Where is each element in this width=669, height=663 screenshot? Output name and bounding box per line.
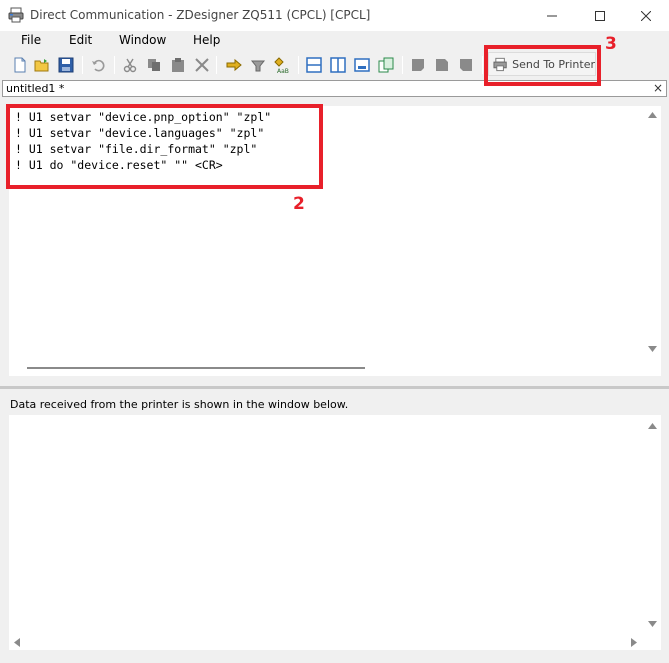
output-horizontal-scrollbar[interactable] xyxy=(9,633,661,650)
menu-edit[interactable]: Edit xyxy=(69,33,92,47)
scroll-down-icon xyxy=(648,621,657,627)
scroll-thumb[interactable] xyxy=(27,367,365,369)
split-horizontal-icon[interactable] xyxy=(304,55,324,75)
window-title: Direct Communication - ZDesigner ZQ511 (… xyxy=(30,8,371,22)
split-vertical-icon[interactable] xyxy=(328,55,348,75)
output-vertical-scrollbar[interactable] xyxy=(644,415,661,650)
close-icon xyxy=(641,10,651,21)
scroll-right-icon xyxy=(631,638,637,647)
label-icon-2[interactable] xyxy=(432,55,452,75)
editor-horizontal-scrollbar[interactable] xyxy=(9,359,644,376)
label-icon-1[interactable] xyxy=(408,55,428,75)
title-bar: Direct Communication - ZDesigner ZQ511 (… xyxy=(0,0,669,31)
minimize-icon xyxy=(547,15,557,16)
maximize-button[interactable] xyxy=(577,0,623,31)
single-view-icon[interactable] xyxy=(352,55,372,75)
close-window-button[interactable] xyxy=(623,0,669,31)
tile-icon[interactable] xyxy=(376,55,396,75)
minimize-button[interactable] xyxy=(529,0,575,31)
editor-vertical-scrollbar[interactable] xyxy=(644,106,661,359)
svg-text:AaB: AaB xyxy=(277,68,289,74)
scroll-down-icon xyxy=(648,346,657,352)
font-icon[interactable]: AaB xyxy=(272,55,292,75)
send-file-icon[interactable] xyxy=(224,55,244,75)
undo-icon[interactable] xyxy=(88,55,108,75)
printer-app-icon xyxy=(8,7,24,23)
annotation-number-2: 2 xyxy=(293,194,305,214)
annotation-number-3: 3 xyxy=(605,34,617,54)
commands-highlight-box xyxy=(6,104,323,189)
save-icon[interactable] xyxy=(56,55,76,75)
scroll-up-icon xyxy=(648,112,657,118)
output-description: Data received from the printer is shown … xyxy=(10,398,349,411)
new-file-icon[interactable] xyxy=(10,55,30,75)
scroll-left-icon xyxy=(14,638,20,647)
send-highlight-box xyxy=(484,45,601,86)
menu-file[interactable]: File xyxy=(21,33,41,47)
menu-help[interactable]: Help xyxy=(193,33,220,47)
paste-icon[interactable] xyxy=(168,55,188,75)
receive-icon[interactable] xyxy=(248,55,268,75)
tab-untitled1[interactable]: untitled1 * xyxy=(6,82,64,95)
tab-close-icon[interactable]: × xyxy=(653,81,663,95)
delete-icon[interactable] xyxy=(192,55,212,75)
cut-icon[interactable] xyxy=(120,55,140,75)
pane-splitter[interactable] xyxy=(0,386,669,389)
label-icon-3[interactable] xyxy=(456,55,476,75)
printer-output-pane[interactable] xyxy=(9,415,661,650)
open-folder-icon[interactable] xyxy=(32,55,52,75)
scroll-up-icon xyxy=(648,423,657,429)
copy-icon[interactable] xyxy=(144,55,164,75)
menu-window[interactable]: Window xyxy=(119,33,166,47)
maximize-icon xyxy=(595,10,605,21)
